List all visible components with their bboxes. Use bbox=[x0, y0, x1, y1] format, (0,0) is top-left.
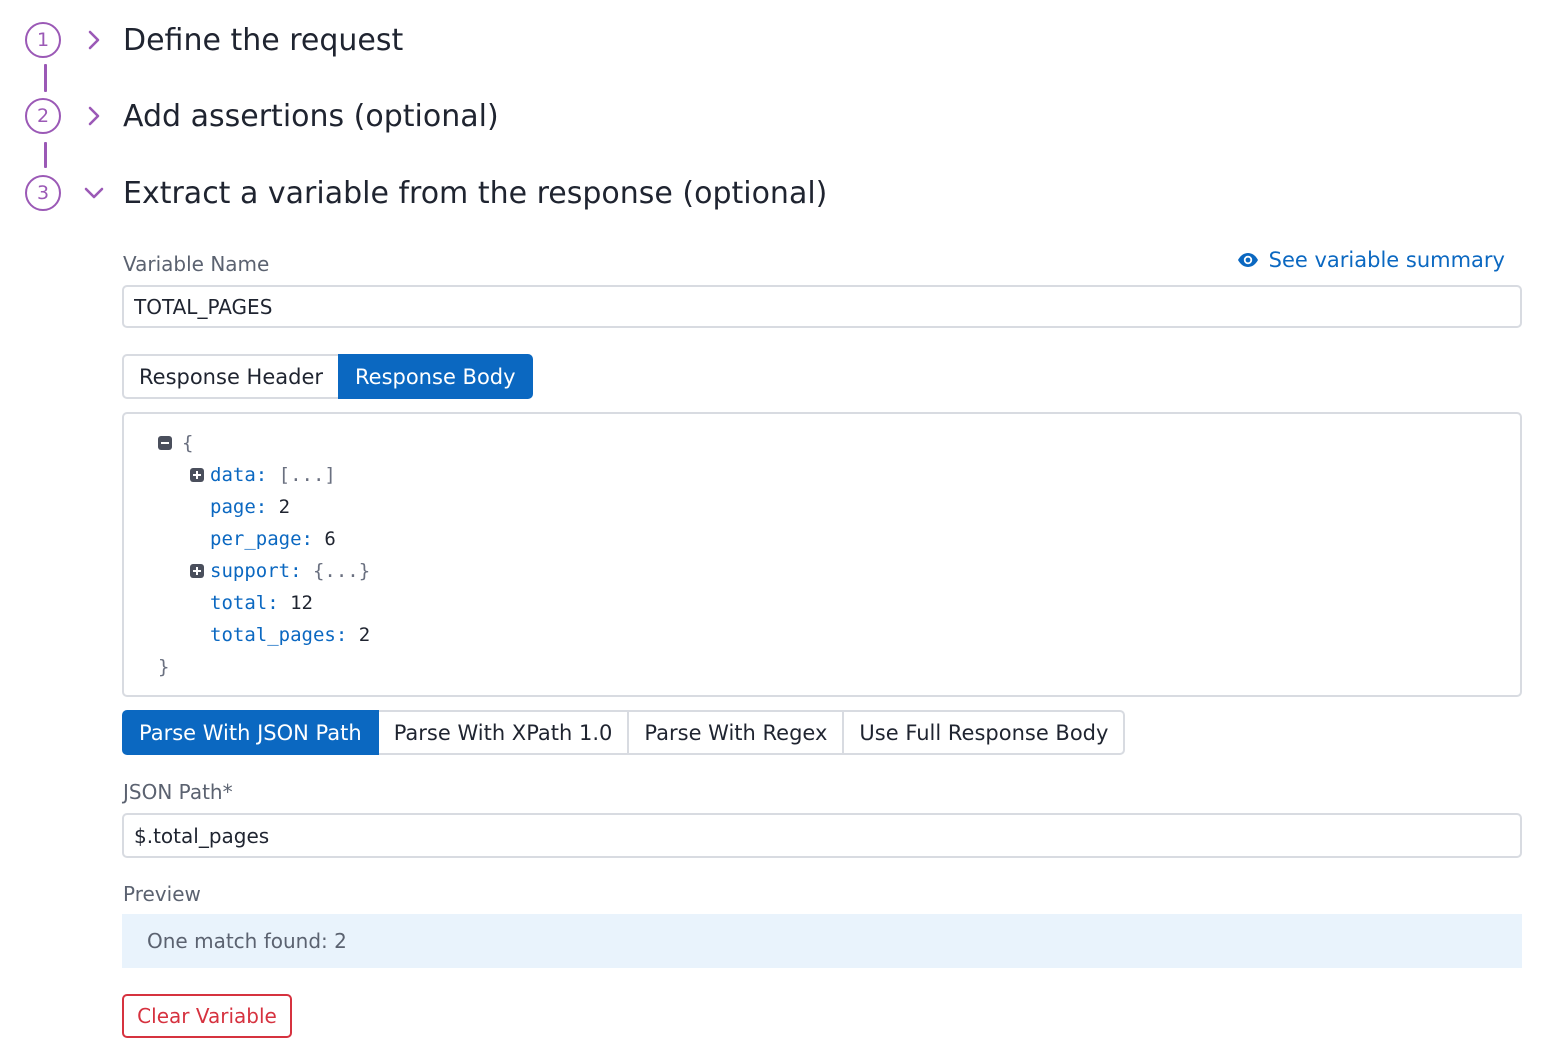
variable-name-input[interactable] bbox=[122, 285, 1522, 328]
json-key: total: bbox=[210, 592, 279, 614]
json-value: 2 bbox=[278, 496, 291, 518]
step-number-1: 1 bbox=[25, 22, 61, 58]
json-key: total_pages: bbox=[210, 624, 348, 646]
see-variable-summary-link[interactable]: See variable summary bbox=[1237, 248, 1505, 272]
json-value: 6 bbox=[324, 528, 336, 550]
json-row-per-page: per_page: 6 bbox=[210, 527, 336, 551]
expand-icon[interactable] bbox=[190, 564, 204, 578]
json-row-total: total: 12 bbox=[210, 591, 313, 615]
see-variable-summary-label: See variable summary bbox=[1268, 248, 1505, 272]
json-close-brace: } bbox=[158, 656, 170, 678]
tab-full-response-body[interactable]: Use Full Response Body bbox=[842, 710, 1126, 755]
parse-method-toggle: Parse With JSON Path Parse With XPath 1.… bbox=[122, 710, 1126, 755]
variable-name-label: Variable Name bbox=[123, 252, 270, 276]
step-number-2: 2 bbox=[25, 98, 61, 134]
step-3[interactable]: 3 Extract a variable from the response (… bbox=[25, 173, 827, 213]
json-value: 2 bbox=[358, 624, 371, 646]
json-key: support: bbox=[210, 560, 302, 582]
step-title-1[interactable]: Define the request bbox=[123, 23, 403, 58]
json-row-page: page: 2 bbox=[210, 495, 290, 519]
tab-parse-regex[interactable]: Parse With Regex bbox=[627, 710, 845, 755]
json-open-brace: { bbox=[182, 432, 194, 454]
json-row-support[interactable]: support: {...} bbox=[210, 559, 370, 583]
step-connector-1 bbox=[44, 64, 47, 92]
eye-icon bbox=[1237, 253, 1258, 267]
json-path-label: JSON Path* bbox=[123, 780, 233, 804]
json-response-viewer: { data: [...] page: 2 per_page: 6 suppor… bbox=[122, 412, 1522, 697]
chevron-right-icon[interactable] bbox=[83, 29, 105, 51]
json-row-data[interactable]: data: [...] bbox=[210, 463, 336, 487]
preview-result: One match found: 2 bbox=[122, 914, 1522, 968]
chevron-down-icon[interactable] bbox=[83, 182, 105, 204]
step-title-3[interactable]: Extract a variable from the response (op… bbox=[123, 176, 827, 211]
clear-variable-button[interactable]: Clear Variable bbox=[122, 994, 292, 1038]
step-2[interactable]: 2 Add assertions (optional) bbox=[25, 96, 499, 136]
response-source-toggle: Response Header Response Body bbox=[122, 354, 533, 399]
json-value: [...] bbox=[278, 464, 336, 486]
tab-parse-json-path[interactable]: Parse With JSON Path bbox=[122, 710, 379, 755]
json-path-input[interactable] bbox=[122, 813, 1522, 858]
step-number-3: 3 bbox=[25, 175, 61, 211]
json-row-total-pages: total_pages: 2 bbox=[210, 623, 370, 647]
collapse-icon[interactable] bbox=[158, 436, 172, 450]
expand-icon[interactable] bbox=[190, 468, 204, 482]
tab-response-header[interactable]: Response Header bbox=[122, 354, 340, 399]
json-key: page: bbox=[210, 496, 268, 518]
json-key: per_page: bbox=[210, 528, 313, 550]
step-1[interactable]: 1 Define the request bbox=[25, 20, 403, 60]
json-value: {...} bbox=[312, 560, 371, 582]
tab-parse-xpath[interactable]: Parse With XPath 1.0 bbox=[376, 710, 630, 755]
preview-label: Preview bbox=[123, 882, 201, 906]
tab-response-body[interactable]: Response Body bbox=[338, 354, 533, 399]
json-key: data: bbox=[210, 464, 268, 486]
step-connector-2 bbox=[44, 142, 47, 168]
json-value: 12 bbox=[290, 592, 313, 614]
step-title-2[interactable]: Add assertions (optional) bbox=[123, 99, 499, 134]
chevron-right-icon[interactable] bbox=[83, 105, 105, 127]
